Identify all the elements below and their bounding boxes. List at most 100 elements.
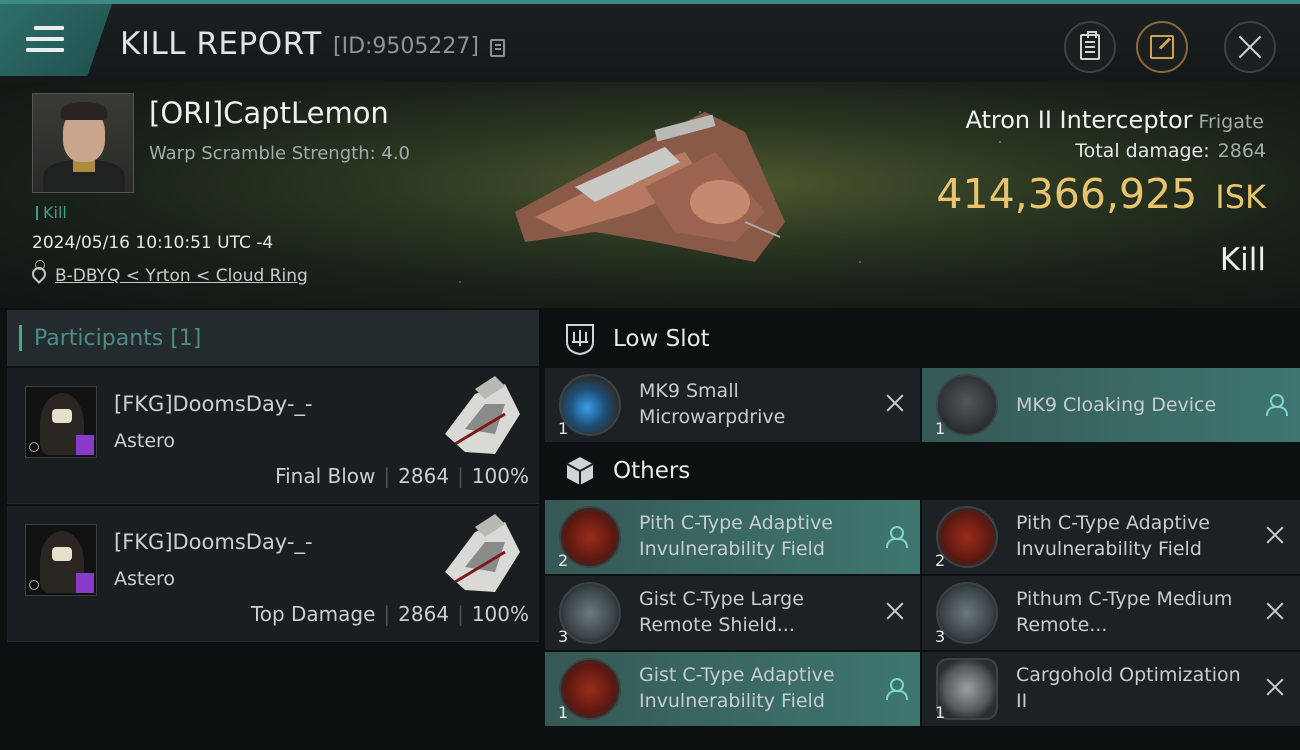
destroyed-icon: [1264, 524, 1286, 546]
module-item[interactable]: 3 Pithum C-Type Medium Remote...: [922, 576, 1300, 650]
hamburger-menu-icon[interactable]: [26, 26, 64, 54]
participant-ship: Astero: [114, 430, 176, 452]
low-slot-title: Low Slot: [613, 326, 710, 352]
module-name: MK9 Cloaking Device: [1016, 394, 1217, 416]
remote-shield-icon: [936, 582, 998, 644]
kill-location-link[interactable]: B-DBYQ < Yrton < Cloud Ring: [55, 266, 308, 286]
share-button[interactable]: [1136, 21, 1188, 73]
destroyed-icon: [1264, 600, 1286, 622]
participant-stats: Final Blow | 2864 | 100%: [275, 464, 529, 488]
others-grid: 2 Pith C-Type Adaptive Invulnerability F…: [545, 500, 1300, 726]
isk-value: 414,366,925 ISK: [936, 170, 1266, 218]
dropped-pilot-icon: [1264, 392, 1288, 416]
ship-class: Frigate: [1198, 111, 1264, 133]
kill-datetime: 2024/05/16 10:10:51 UTC -4: [32, 233, 274, 253]
module-name: Cargohold Optimization II: [1016, 664, 1241, 712]
invulnerability-field-icon: [936, 506, 998, 568]
participant-percent: 100%: [471, 602, 529, 626]
module-item[interactable]: 3 Gist C-Type Large Remote Shield...: [545, 576, 920, 650]
dropped-pilot-icon: [884, 676, 908, 700]
invulnerability-field-icon: [559, 658, 621, 720]
module-item[interactable]: 1 MK9 Cloaking Device: [922, 368, 1300, 442]
others-title: Others: [613, 458, 691, 484]
ship-name-text: Atron II Interceptor: [965, 106, 1193, 134]
total-damage-label: Total damage:: [1075, 140, 1210, 162]
fitting-panel: Low Slot 1 MK9 Small Microwarpdrive 1 MK…: [545, 310, 1300, 750]
victim-name[interactable]: [ORI]CaptLemon: [149, 96, 389, 130]
cube-icon: [566, 457, 594, 485]
kill-result: Kill: [1219, 242, 1266, 278]
isk-amount: 414,366,925: [936, 170, 1198, 218]
participant-ship-image: [445, 514, 520, 592]
module-qty: 2: [935, 551, 946, 570]
close-icon: [1237, 34, 1263, 60]
module-name: Gist C-Type Adaptive Invulnerability Fie…: [639, 664, 835, 712]
participants-header: Participants [1]: [7, 310, 539, 366]
module-item[interactable]: 1 Gist C-Type Adaptive Invulnerability F…: [545, 652, 920, 726]
module-qty: 1: [558, 419, 569, 438]
module-item[interactable]: 1 MK9 Small Microwarpdrive: [545, 368, 920, 442]
participant-damage: 2864: [398, 464, 450, 488]
participant-role: Final Blow: [275, 464, 376, 488]
participant-damage: 2864: [398, 602, 450, 626]
kill-tag: Kill: [36, 205, 67, 221]
module-name: MK9 Small Microwarpdrive: [639, 380, 786, 428]
role-badge-icon: [76, 435, 94, 455]
participant-avatar: [25, 386, 97, 458]
warp-scramble-strength: Warp Scramble Strength: 4.0: [149, 143, 411, 164]
clipboard-button[interactable]: [1064, 21, 1116, 73]
cloaking-device-icon: [936, 374, 998, 436]
module-name: Pith C-Type Adaptive Invulnerability Fie…: [639, 512, 833, 560]
module-item[interactable]: 2 Pith C-Type Adaptive Invulnerability F…: [545, 500, 920, 574]
corp-badge-icon: [29, 442, 39, 452]
close-button[interactable]: [1224, 21, 1276, 73]
participant-ship-image: [445, 376, 520, 454]
module-item[interactable]: 2 Pith C-Type Adaptive Invulnerability F…: [922, 500, 1300, 574]
module-item[interactable]: 1 Cargohold Optimization II: [922, 652, 1300, 726]
total-damage: Total damage: 2864: [1075, 140, 1266, 162]
module-qty: 1: [935, 703, 946, 722]
participant-row[interactable]: [FKG]DoomsDay-_- Astero Final Blow | 2864 |…: [7, 368, 539, 504]
corp-badge-icon: [29, 580, 39, 590]
participant-row[interactable]: [FKG]DoomsDay-_- Astero Top Damage | 2864 |…: [7, 506, 539, 642]
module-name: Pith C-Type Adaptive Invulnerability Fie…: [1016, 512, 1210, 560]
share-export-icon: [1150, 35, 1174, 59]
low-slot-icon: [566, 324, 594, 356]
module-qty: 3: [935, 627, 946, 646]
low-slot-header: Low Slot: [545, 310, 1300, 368]
destroyed-icon: [884, 392, 906, 414]
module-name: Gist C-Type Large Remote Shield...: [639, 588, 804, 636]
invulnerability-field-icon: [559, 506, 621, 568]
participant-stats: Top Damage | 2864 | 100%: [250, 602, 529, 626]
victim-ship-image: [515, 112, 785, 262]
module-name: Pithum C-Type Medium Remote...: [1016, 588, 1233, 636]
clipboard-icon: [1080, 31, 1100, 60]
victim-ship-name[interactable]: Atron II Interceptor Frigate: [966, 106, 1265, 134]
participant-name: [FKG]DoomsDay-_-: [114, 392, 313, 416]
victim-portrait[interactable]: [32, 93, 134, 193]
participant-avatar: [25, 524, 97, 596]
remote-shield-icon: [559, 582, 621, 644]
top-bar: KILL REPORT [ID:9505227]: [0, 0, 1300, 82]
destroyed-icon: [884, 600, 906, 622]
participant-percent: 100%: [471, 464, 529, 488]
module-qty: 3: [558, 627, 569, 646]
participant-name: [FKG]DoomsDay-_-: [114, 530, 313, 554]
module-qty: 1: [935, 419, 946, 438]
role-badge-icon: [76, 573, 94, 593]
module-qty: 2: [558, 551, 569, 570]
dropped-pilot-icon: [884, 524, 908, 548]
participant-role: Top Damage: [250, 602, 376, 626]
low-slot-grid: 1 MK9 Small Microwarpdrive 1 MK9 Cloakin…: [545, 368, 1300, 442]
others-header: Others: [545, 442, 1300, 500]
participants-panel: Participants [1] [FKG]DoomsDay-_- Astero…: [7, 310, 539, 750]
participant-ship: Astero: [114, 568, 176, 590]
module-qty: 1: [558, 703, 569, 722]
copy-id-icon[interactable]: [490, 39, 505, 57]
microwarpdrive-icon: [559, 374, 621, 436]
total-damage-value: 2864: [1217, 140, 1266, 162]
victim-banner: [ORI]CaptLemon Warp Scramble Strength: 4…: [0, 82, 1300, 308]
isk-unit: ISK: [1215, 178, 1266, 216]
page-title: KILL REPORT: [120, 26, 322, 62]
cargohold-icon: [936, 658, 998, 720]
